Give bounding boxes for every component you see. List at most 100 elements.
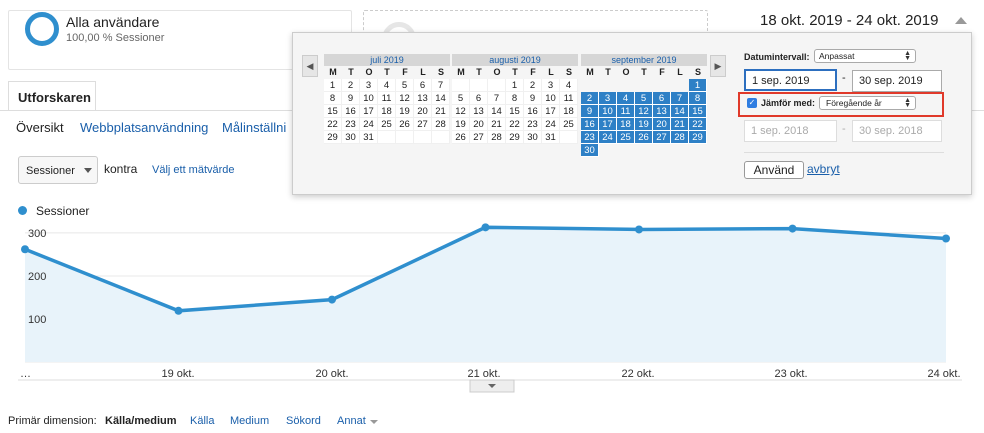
start-date-input[interactable]: 1 sep. 2019 <box>744 69 837 91</box>
compare-checkbox[interactable]: ✓ <box>747 98 757 108</box>
calendar-day[interactable]: 18 <box>617 118 635 131</box>
calendar-day[interactable]: 9 <box>581 105 599 118</box>
calendar-day[interactable]: 26 <box>635 131 653 144</box>
calendar-day[interactable]: 20 <box>414 105 432 118</box>
subnav-site-usage[interactable]: Webbplatsanvändning <box>80 120 208 135</box>
calendar-day[interactable]: 8 <box>506 92 524 105</box>
calendar-day[interactable]: 17 <box>360 105 378 118</box>
calendar-day[interactable]: 21 <box>432 105 450 118</box>
calendar-day[interactable]: 28 <box>671 131 689 144</box>
calendar-day[interactable]: 16 <box>342 105 360 118</box>
calendar-day[interactable]: 22 <box>324 118 342 131</box>
calendar-day[interactable]: 4 <box>378 79 396 92</box>
range-type-select[interactable]: Anpassat ▲ ▼ <box>814 49 916 63</box>
calendar-day[interactable]: 29 <box>689 131 707 144</box>
calendar-day[interactable]: 27 <box>470 131 488 144</box>
calendar-day[interactable]: 26 <box>452 131 470 144</box>
compare-end-input[interactable]: 30 sep. 2018 <box>852 120 942 142</box>
apply-button[interactable]: Använd <box>744 161 804 179</box>
calendar-day[interactable]: 25 <box>617 131 635 144</box>
calendar-day[interactable]: 13 <box>414 92 432 105</box>
calendar-day[interactable]: 12 <box>396 92 414 105</box>
dimension-medium[interactable]: Medium <box>230 415 269 427</box>
calendar-day[interactable]: 3 <box>542 79 560 92</box>
calendar-day[interactable]: 19 <box>635 118 653 131</box>
calendar-day[interactable]: 21 <box>488 118 506 131</box>
calendar-day[interactable]: 2 <box>524 79 542 92</box>
pick-metric-link[interactable]: Välj ett mätvärde <box>152 164 235 176</box>
calendar-day[interactable]: 7 <box>432 79 450 92</box>
calendar-day[interactable]: 20 <box>653 118 671 131</box>
subnav-overview[interactable]: Översikt <box>16 120 64 135</box>
calendar-day[interactable]: 30 <box>581 144 599 157</box>
calendar-day[interactable]: 12 <box>635 105 653 118</box>
calendar-day[interactable]: 4 <box>560 79 578 92</box>
calendar-day[interactable]: 24 <box>360 118 378 131</box>
calendar-day[interactable]: 11 <box>617 105 635 118</box>
compare-start-input[interactable]: 1 sep. 2018 <box>744 120 837 142</box>
calendar-day[interactable]: 8 <box>689 92 707 105</box>
calendar-day[interactable]: 20 <box>470 118 488 131</box>
calendar-day[interactable]: 21 <box>671 118 689 131</box>
end-date-input[interactable]: 30 sep. 2019 <box>852 70 942 92</box>
calendar-day[interactable]: 10 <box>360 92 378 105</box>
calendar-day[interactable]: 29 <box>324 131 342 144</box>
calendar-day[interactable]: 27 <box>414 118 432 131</box>
calendar-day[interactable]: 9 <box>342 92 360 105</box>
calendar-day[interactable]: 23 <box>524 118 542 131</box>
dimension-source-medium[interactable]: Källa/medium <box>105 415 177 427</box>
calendar-day[interactable]: 10 <box>599 105 617 118</box>
calendar-day[interactable]: 30 <box>342 131 360 144</box>
calendar-day[interactable]: 27 <box>653 131 671 144</box>
calendar-day[interactable]: 2 <box>581 92 599 105</box>
dimension-source[interactable]: Källa <box>190 415 214 427</box>
cancel-link[interactable]: avbryt <box>807 162 840 176</box>
calendar-day[interactable]: 26 <box>396 118 414 131</box>
calendar-day[interactable]: 6 <box>470 92 488 105</box>
calendar-day[interactable]: 30 <box>524 131 542 144</box>
calendar-day[interactable]: 13 <box>653 105 671 118</box>
calendar-day[interactable]: 15 <box>689 105 707 118</box>
calendar-day[interactable]: 11 <box>378 92 396 105</box>
date-range-display[interactable]: 18 okt. 2019 - 24 okt. 2019 <box>760 12 938 29</box>
calendar-day[interactable]: 1 <box>324 79 342 92</box>
prev-month-button[interactable]: ◀ <box>302 55 318 77</box>
calendar-day[interactable]: 10 <box>542 92 560 105</box>
calendar-day[interactable]: 24 <box>542 118 560 131</box>
calendar-day[interactable]: 1 <box>689 79 707 92</box>
calendar-day[interactable]: 15 <box>324 105 342 118</box>
calendar-day[interactable]: 11 <box>560 92 578 105</box>
calendar-day[interactable]: 23 <box>342 118 360 131</box>
tab-explorer[interactable]: Utforskaren <box>8 81 96 111</box>
calendar-day[interactable]: 6 <box>414 79 432 92</box>
calendar-day[interactable]: 28 <box>488 131 506 144</box>
calendar-day[interactable]: 14 <box>488 105 506 118</box>
calendar-day[interactable]: 1 <box>506 79 524 92</box>
calendar-day[interactable]: 3 <box>599 92 617 105</box>
calendar-day[interactable]: 16 <box>581 118 599 131</box>
next-month-button[interactable]: ▶ <box>710 55 726 77</box>
calendar-day[interactable]: 3 <box>360 79 378 92</box>
calendar-day[interactable]: 17 <box>542 105 560 118</box>
calendar-day[interactable]: 19 <box>396 105 414 118</box>
dimension-keyword[interactable]: Sökord <box>286 415 321 427</box>
calendar-day[interactable]: 18 <box>560 105 578 118</box>
calendar-day[interactable]: 15 <box>506 105 524 118</box>
calendar-day[interactable]: 16 <box>524 105 542 118</box>
calendar-day[interactable]: 18 <box>378 105 396 118</box>
dimension-other[interactable]: Annat <box>337 415 366 427</box>
calendar-day[interactable]: 4 <box>617 92 635 105</box>
calendar-day[interactable]: 29 <box>506 131 524 144</box>
calendar-day[interactable]: 13 <box>470 105 488 118</box>
calendar-day[interactable]: 8 <box>324 92 342 105</box>
calendar-day[interactable]: 12 <box>452 105 470 118</box>
calendar-day[interactable]: 7 <box>488 92 506 105</box>
compare-type-select[interactable]: Föregående år ▲ ▼ <box>819 96 916 110</box>
caret-up-icon[interactable] <box>955 17 967 24</box>
calendar-day[interactable]: 2 <box>342 79 360 92</box>
calendar-day[interactable]: 5 <box>396 79 414 92</box>
calendar-day[interactable]: 25 <box>560 118 578 131</box>
calendar-day[interactable]: 19 <box>452 118 470 131</box>
calendar-day[interactable]: 22 <box>689 118 707 131</box>
subnav-goal-settings[interactable]: Målinställni <box>222 120 286 135</box>
